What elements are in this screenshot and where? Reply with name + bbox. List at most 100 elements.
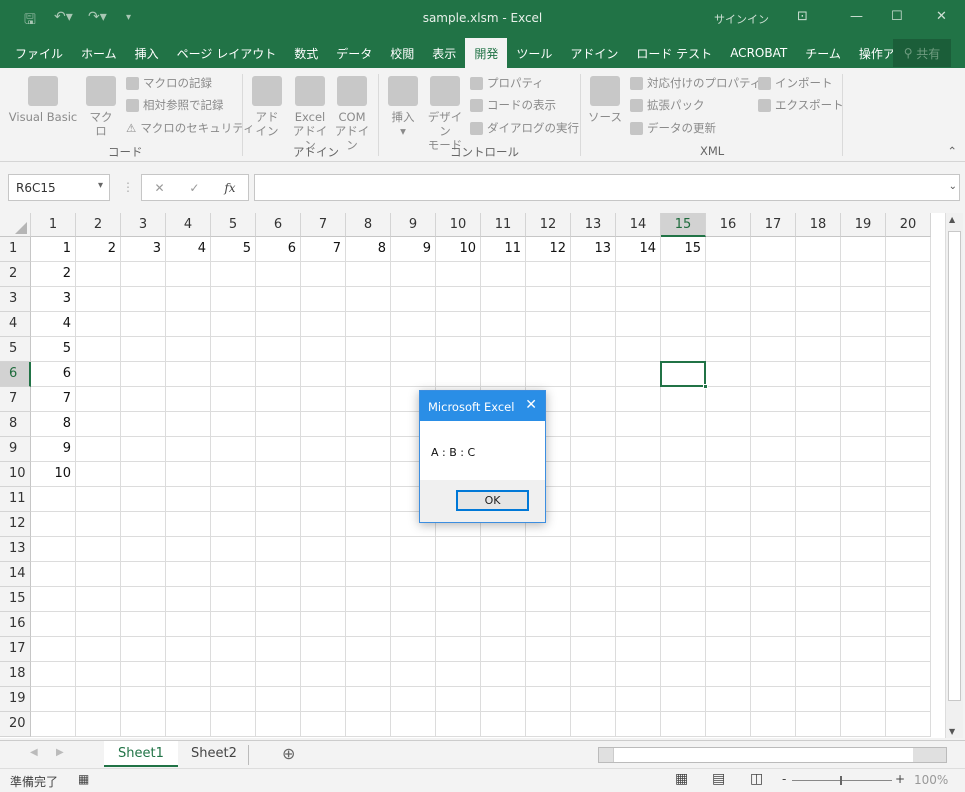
cell[interactable] xyxy=(751,612,796,637)
cell[interactable] xyxy=(796,412,841,437)
cell[interactable] xyxy=(841,437,886,462)
cell[interactable]: 8 xyxy=(346,237,391,262)
cell[interactable] xyxy=(76,662,121,687)
cell[interactable] xyxy=(841,562,886,587)
addin-button[interactable]: アド イン xyxy=(252,76,282,138)
cell[interactable] xyxy=(346,687,391,712)
row-header[interactable]: 17 xyxy=(0,637,31,662)
cell[interactable]: 3 xyxy=(31,287,76,312)
cell[interactable] xyxy=(166,462,211,487)
cell[interactable] xyxy=(76,587,121,612)
cell[interactable] xyxy=(301,287,346,312)
column-header[interactable]: 11 xyxy=(481,213,526,237)
tab-11[interactable]: ロード テスト xyxy=(627,38,721,68)
cell[interactable] xyxy=(436,662,481,687)
row-header[interactable]: 20 xyxy=(0,712,31,737)
ok-button[interactable]: OK xyxy=(456,490,529,511)
column-header[interactable]: 17 xyxy=(751,213,796,237)
cell[interactable] xyxy=(526,687,571,712)
cell[interactable]: 4 xyxy=(166,237,211,262)
cell[interactable] xyxy=(886,262,931,287)
row-header[interactable]: 1 xyxy=(0,237,31,262)
sheet-tab-sheet1[interactable]: Sheet1 xyxy=(104,741,178,767)
cell[interactable] xyxy=(256,312,301,337)
row-header[interactable]: 19 xyxy=(0,687,31,712)
cell[interactable] xyxy=(886,312,931,337)
cell[interactable] xyxy=(301,412,346,437)
cell[interactable] xyxy=(751,287,796,312)
cell[interactable] xyxy=(301,387,346,412)
cell[interactable] xyxy=(121,687,166,712)
cell[interactable] xyxy=(436,287,481,312)
cell[interactable] xyxy=(346,712,391,737)
signin-link[interactable]: サインイン xyxy=(714,11,769,27)
cell[interactable]: 5 xyxy=(211,237,256,262)
cell[interactable] xyxy=(526,312,571,337)
cell[interactable] xyxy=(706,637,751,662)
cell[interactable] xyxy=(886,487,931,512)
cell[interactable] xyxy=(886,662,931,687)
cell[interactable] xyxy=(76,712,121,737)
cell[interactable] xyxy=(886,412,931,437)
column-header[interactable]: 6 xyxy=(256,213,301,237)
cell[interactable]: 8 xyxy=(31,412,76,437)
cell[interactable] xyxy=(211,312,256,337)
cell[interactable] xyxy=(526,537,571,562)
cell[interactable]: 2 xyxy=(76,237,121,262)
cell[interactable] xyxy=(346,362,391,387)
row-header[interactable]: 16 xyxy=(0,612,31,637)
cell[interactable] xyxy=(301,437,346,462)
name-box[interactable]: R6C15 ▾ xyxy=(8,174,110,201)
row-header[interactable]: 5 xyxy=(0,337,31,362)
cell[interactable] xyxy=(436,562,481,587)
cell[interactable] xyxy=(346,537,391,562)
cell[interactable] xyxy=(76,287,121,312)
cell[interactable] xyxy=(256,512,301,537)
tab-9[interactable]: ツール xyxy=(507,38,561,68)
cell[interactable] xyxy=(706,487,751,512)
cell[interactable] xyxy=(571,312,616,337)
cell[interactable] xyxy=(76,437,121,462)
cell[interactable] xyxy=(751,362,796,387)
select-all-corner[interactable] xyxy=(0,213,31,237)
cell[interactable] xyxy=(121,612,166,637)
zoom-level[interactable]: 100% xyxy=(914,773,948,787)
cell[interactable] xyxy=(346,337,391,362)
cell[interactable]: 10 xyxy=(436,237,481,262)
macro-record-icon[interactable]: ▦ xyxy=(78,772,89,786)
expansion-packs-button[interactable]: 拡張パック xyxy=(630,96,705,114)
cell[interactable] xyxy=(301,637,346,662)
cell[interactable] xyxy=(211,412,256,437)
cell[interactable] xyxy=(706,562,751,587)
cell[interactable] xyxy=(346,662,391,687)
cell[interactable] xyxy=(706,437,751,462)
cell[interactable]: 6 xyxy=(256,237,301,262)
cell[interactable] xyxy=(526,587,571,612)
ribbon-display-icon[interactable]: ⊡ xyxy=(797,9,808,24)
cell[interactable] xyxy=(796,712,841,737)
cell[interactable] xyxy=(391,537,436,562)
cell[interactable] xyxy=(796,387,841,412)
column-header[interactable]: 16 xyxy=(706,213,751,237)
cell[interactable] xyxy=(796,312,841,337)
cell[interactable] xyxy=(256,337,301,362)
cell[interactable] xyxy=(616,712,661,737)
cell[interactable] xyxy=(121,362,166,387)
cell[interactable] xyxy=(166,312,211,337)
cell[interactable] xyxy=(751,537,796,562)
cell[interactable] xyxy=(31,562,76,587)
column-header[interactable]: 2 xyxy=(76,213,121,237)
row-header[interactable]: 15 xyxy=(0,587,31,612)
cell[interactable] xyxy=(256,437,301,462)
cell[interactable]: 6 xyxy=(31,362,76,387)
cell[interactable] xyxy=(391,587,436,612)
tab-12[interactable]: ACROBAT xyxy=(721,38,796,68)
cell[interactable] xyxy=(211,712,256,737)
cell[interactable] xyxy=(76,537,121,562)
cell[interactable] xyxy=(391,337,436,362)
cell[interactable] xyxy=(841,387,886,412)
cell[interactable] xyxy=(301,537,346,562)
cell[interactable] xyxy=(76,687,121,712)
row-header[interactable]: 9 xyxy=(0,437,31,462)
cell[interactable] xyxy=(796,562,841,587)
